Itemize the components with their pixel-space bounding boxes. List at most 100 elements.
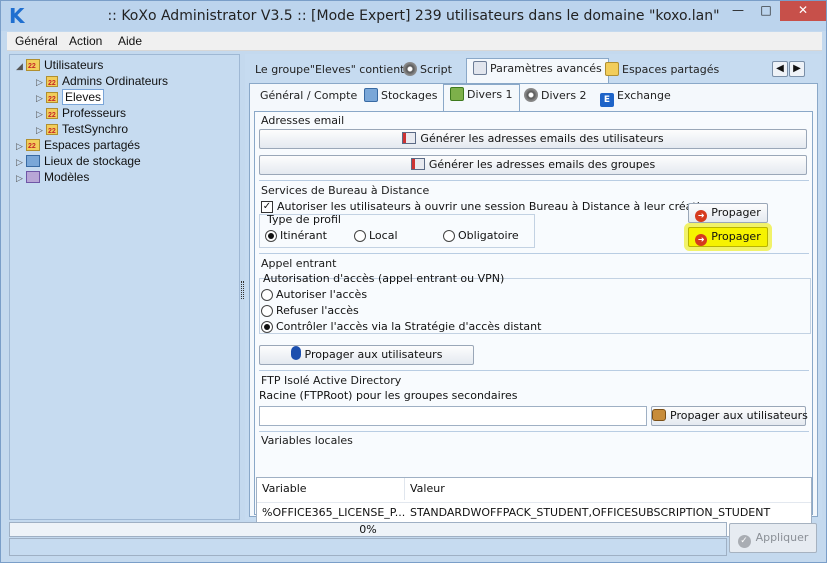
status-bar — [9, 538, 727, 556]
profile-mandatory-label: Obligatoire — [458, 229, 519, 242]
tree-node-testsynchro[interactable]: ▷ TestSynchro — [36, 121, 128, 140]
tab-script[interactable]: Script — [397, 60, 458, 82]
advanced-settings-page: Général / Compte Stockages Divers 1 Dive… — [249, 83, 818, 537]
tab-scroll-arrows: ◀ ▶ — [772, 61, 806, 77]
menu-aide[interactable]: Aide — [118, 34, 142, 48]
profile-local-radio[interactable] — [354, 230, 366, 242]
propagate-rds-button[interactable]: ➜ Propager — [688, 203, 768, 223]
propagate-profile-button[interactable]: ➜ Propager — [688, 227, 768, 247]
expand-arrow-icon[interactable]: ▷ — [36, 122, 46, 138]
tree-node-professeurs[interactable]: ▷ Professeurs — [36, 105, 126, 124]
tab-divers-1[interactable]: Divers 1 — [443, 84, 520, 112]
tree-node-modeles[interactable]: ▷ Modèles — [16, 169, 89, 185]
access-deny-label: Refuser l'accès — [276, 304, 359, 317]
minimize-button[interactable]: — — [724, 1, 752, 21]
maximize-button[interactable]: □ — [752, 1, 780, 21]
section-divider — [259, 431, 809, 432]
email-card-icon — [410, 158, 425, 170]
ftp-section-title: FTP Isolé Active Directory — [261, 374, 402, 387]
tab-advanced-settings[interactable]: Paramètres avancés — [466, 58, 609, 84]
tree-node-label: Utilisateurs — [44, 58, 104, 72]
close-button[interactable]: ✕ — [780, 1, 826, 21]
button-label: Générer les adresses emails des utilisat… — [420, 132, 664, 145]
group-folder-icon — [46, 92, 58, 108]
storage-icon — [364, 88, 378, 102]
allow-rds-checkbox[interactable]: ✓ — [261, 201, 273, 213]
chevron-left-icon[interactable]: ◀ — [772, 61, 788, 77]
collapse-arrow-icon[interactable]: ◢ — [16, 58, 26, 74]
tab-label: Exchange — [617, 89, 671, 102]
progress-text: 0% — [359, 523, 377, 536]
email-card-icon — [402, 132, 417, 144]
expand-arrow-icon[interactable]: ▷ — [36, 90, 46, 106]
button-label: Propager aux utilisateurs — [304, 348, 443, 361]
splitter-handle[interactable] — [241, 281, 244, 299]
ftp-root-input[interactable] — [259, 406, 647, 426]
tab-label: Paramètres avancés — [490, 62, 602, 75]
tab-exchange[interactable]: E Exchange — [594, 86, 677, 108]
access-deny-radio[interactable] — [261, 305, 273, 317]
window-title: :: KoXo Administrator V3.5 :: [Mode Expe… — [107, 8, 720, 24]
tree-node-label: Lieux de stockage — [44, 154, 141, 168]
tree-node-espaces[interactable]: ▷ Espaces partagés — [16, 137, 140, 155]
group-folder-icon — [46, 124, 58, 140]
menu-action[interactable]: Action — [69, 34, 102, 48]
access-allow-label: Autoriser l'accès — [276, 288, 368, 301]
dialin-section-title: Appel entrant — [261, 257, 337, 270]
menu-general[interactable]: Général — [15, 34, 58, 48]
access-authorization-label: Autorisation d'accès (appel entrant ou V… — [263, 272, 505, 285]
menu-bar: Général Action Aide — [7, 32, 822, 51]
settings-doc-icon — [473, 61, 487, 75]
tree-node-eleves[interactable]: ▷ Eleves — [36, 89, 105, 108]
access-policy-radio[interactable] — [261, 321, 273, 333]
gear-icon — [403, 62, 417, 76]
tab-label: Script — [420, 63, 452, 76]
divers-icon — [450, 87, 464, 101]
rds-section-title: Services de Bureau à Distance — [261, 184, 430, 197]
expand-arrow-icon[interactable]: ▷ — [36, 74, 46, 90]
expand-arrow-icon[interactable]: ▷ — [16, 170, 26, 186]
expand-arrow-icon[interactable]: ▷ — [16, 138, 26, 154]
tab-shared-spaces[interactable]: Espaces partagés — [599, 60, 725, 82]
propagate-ftp-button[interactable]: Propager aux utilisateurs — [651, 406, 808, 426]
ftp-root-label: Racine (FTPRoot) pour les groupes second… — [259, 389, 518, 402]
profile-mandatory-radio[interactable] — [443, 230, 455, 242]
section-divider — [259, 370, 809, 371]
apply-button[interactable]: ✓ Appliquer — [729, 523, 817, 553]
tab-label: Le groupe"Eleves" contient — [255, 63, 405, 76]
bluetooth-icon — [290, 346, 301, 360]
column-header-variable[interactable]: Variable — [257, 478, 405, 500]
button-label: Générer les adresses emails des groupes — [428, 158, 656, 171]
button-label: Propager — [711, 230, 761, 243]
table-cell-variable[interactable]: %OFFICE365_LICENSE_P... — [257, 502, 405, 522]
expand-arrow-icon[interactable]: ▷ — [16, 154, 26, 170]
shared-folder-icon — [26, 139, 40, 155]
tree-node-users[interactable]: ◢ Utilisateurs — [16, 57, 104, 75]
generate-user-emails-button[interactable]: Générer les adresses emails des utilisat… — [259, 129, 807, 149]
profile-itinerant-radio[interactable] — [265, 230, 277, 242]
table-cell-value[interactable]: STANDARDWOFFPACK_STUDENT,OFFICESUBSCRIPT… — [405, 502, 811, 522]
access-allow-radio[interactable] — [261, 289, 273, 301]
chevron-right-icon[interactable]: ▶ — [789, 61, 805, 77]
column-header-value[interactable]: Valeur — [405, 478, 811, 500]
tree-node-lieux[interactable]: ▷ Lieux de stockage — [16, 153, 141, 169]
progress-bar: 0% — [9, 522, 727, 537]
button-label: Propager — [711, 206, 761, 219]
group-folder-icon — [46, 108, 58, 124]
propagate-dialin-button[interactable]: Propager aux utilisateurs — [259, 345, 474, 365]
profile-type-label: Type de profil — [267, 213, 341, 226]
tab-group-contents[interactable]: Le groupe"Eleves" contient — [249, 60, 410, 82]
tab-general-account[interactable]: Général / Compte — [254, 86, 363, 108]
tab-label: Divers 1 — [467, 88, 513, 101]
tab-divers-2[interactable]: Divers 2 — [518, 86, 593, 108]
tree-node-admins[interactable]: ▷ Admins Ordinateurs — [36, 73, 168, 92]
gear-icon — [524, 88, 538, 102]
users-folder-icon — [26, 59, 40, 75]
tab-label: Divers 2 — [541, 89, 587, 102]
generate-group-emails-button[interactable]: Générer les adresses emails des groupes — [259, 155, 807, 175]
group-folder-icon — [46, 76, 58, 92]
expand-arrow-icon[interactable]: ▷ — [36, 106, 46, 122]
email-section-title: Adresses email — [261, 114, 345, 127]
title-bar[interactable]: K :: KoXo Administrator V3.5 :: [Mode Ex… — [1, 1, 826, 31]
tab-storages[interactable]: Stockages — [358, 86, 443, 108]
